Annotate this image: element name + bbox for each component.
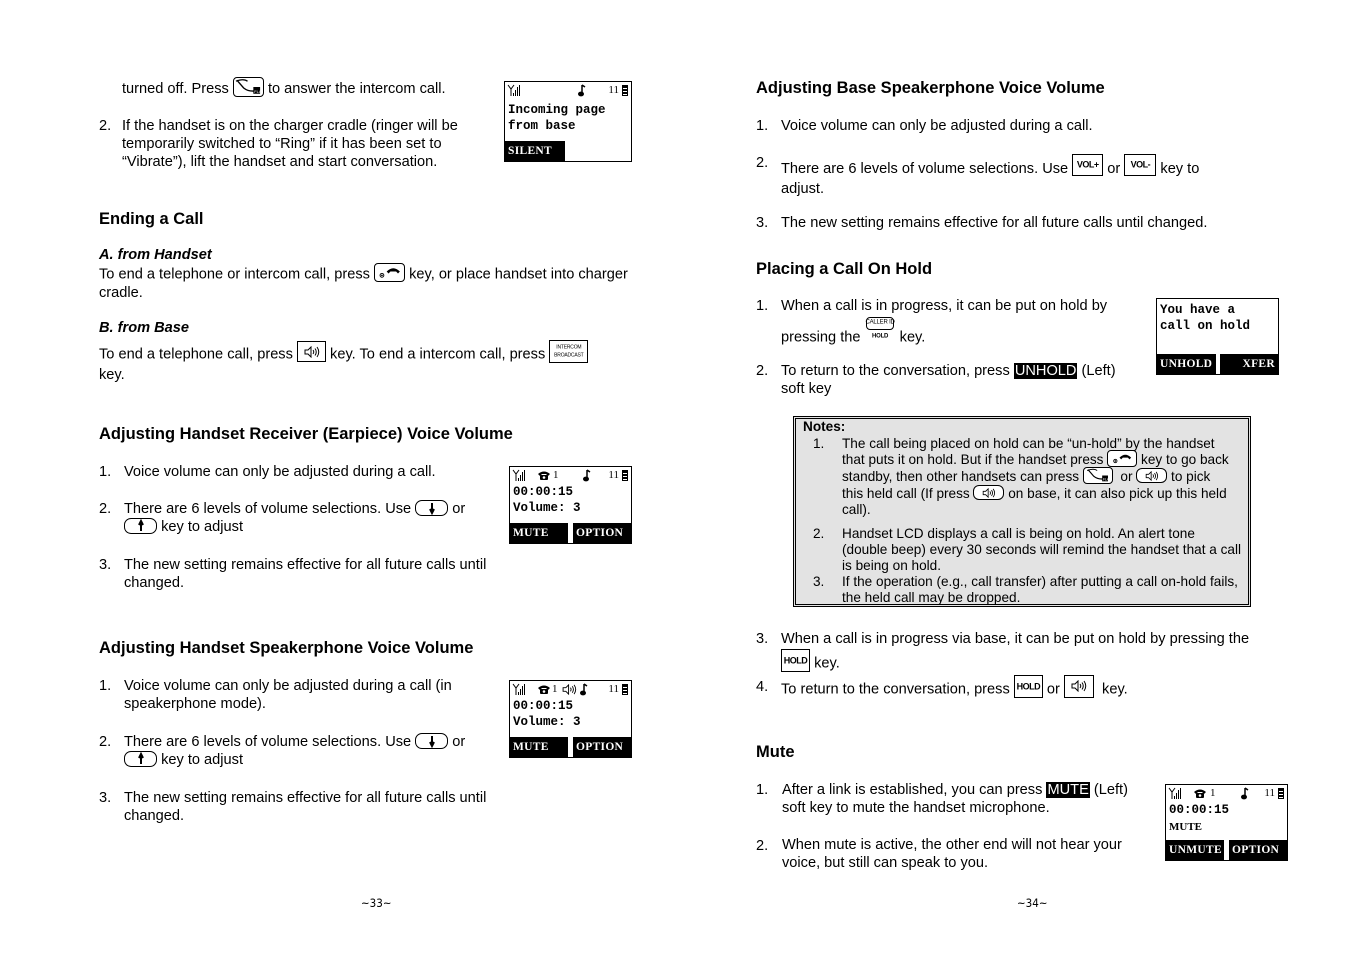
lcd-speaker-volume: 1 11 00:00:15 Volume: 3 MUTE OPTION (509, 680, 632, 758)
softkey-mute[interactable]: MUTE (510, 737, 568, 757)
mute-item-1: After a link is established, you can pre… (782, 782, 1128, 816)
hold-item-1-cont: pressing the CALLER ID HOLD key. (781, 317, 925, 350)
softkey-option[interactable]: OPTION (573, 523, 631, 543)
notes-title: Notes: (803, 419, 846, 434)
signal-icon (507, 84, 521, 97)
volume-down-key-icon (415, 500, 449, 517)
hold-item-2: To return to the conversation, press UNH… (781, 363, 1116, 397)
subheading-from-base: B. from Base (99, 320, 190, 336)
signal-icon (1168, 787, 1182, 800)
mute-highlight: MUTE (1046, 782, 1090, 798)
volume-up-key-icon (124, 518, 157, 535)
softkey-xfer[interactable]: XFER (1220, 354, 1278, 374)
vol-up-key-icon: VOL+ (1072, 154, 1104, 176)
heading-mute: Mute (756, 743, 795, 761)
lcd-incoming-page: 11 Incoming page from base SILENT (504, 81, 632, 162)
heading-ending-call: Ending a Call (99, 210, 204, 228)
intro-item-2: If the handset is on the charger cradle … (122, 118, 458, 170)
softkey-option[interactable]: OPTION (573, 737, 631, 757)
receiver-item-2: There are 6 levels of volume selections.… (124, 500, 466, 535)
talk-flash-key-icon (1082, 467, 1113, 485)
ending-base-text: To end a telephone call, press key. To e… (99, 340, 639, 384)
phone-icon (537, 684, 551, 695)
subheading-from-handset: A. from Handset (99, 247, 212, 263)
notes-box: Notes: 1. The call being placed on hold … (793, 416, 1251, 607)
unhold-highlight: UNHOLD (1013, 363, 1078, 379)
page-number: ~33~ (361, 896, 392, 910)
hold-item-3-cont: HOLD key. (781, 649, 840, 675)
ringer-icon (579, 683, 589, 696)
page-number: ~34~ (1017, 896, 1048, 910)
speaker-key-icon (1063, 675, 1094, 698)
lcd-call-on-hold: You have a call on hold UNHOLD XFER (1156, 298, 1279, 375)
lcd-receiver-volume: 1 11 00:00:15 Volume: 3 MUTE OPTION (509, 466, 632, 544)
softkey-option[interactable]: OPTION (1229, 840, 1287, 860)
end-call-key-icon (1107, 450, 1138, 468)
callerid-hold-key-icon: CALLER ID HOLD (864, 317, 896, 342)
heading-speaker-volume: Adjusting Handset Speakerphone Voice Vol… (99, 639, 474, 657)
intercom-broadcast-key-icon: INTERCOM BROADCAST (549, 340, 589, 363)
heading-receiver-volume: Adjusting Handset Receiver (Earpiece) Vo… (99, 425, 513, 443)
softkey-unmute[interactable]: UNMUTE (1166, 840, 1224, 860)
hold-key-icon: HOLD (781, 649, 810, 672)
speaker-key-icon (973, 485, 1005, 501)
softkey-mute[interactable]: MUTE (510, 523, 568, 543)
battery-icon (622, 85, 628, 96)
ringer-icon (1240, 787, 1250, 800)
softkey-silent[interactable]: SILENT (505, 141, 565, 161)
lcd-status-bar: 11 (507, 84, 629, 98)
intro-line-1: turned off. Press to answer the intercom… (122, 77, 446, 99)
phone-icon (537, 470, 551, 481)
vol-down-key-icon: VOL- (1124, 154, 1157, 176)
volume-down-key-icon (415, 733, 449, 750)
signal-icon (512, 469, 526, 482)
battery-icon (622, 470, 628, 481)
phone-icon (1193, 788, 1207, 799)
speaker-item-2: There are 6 levels of volume selections.… (124, 733, 466, 768)
talk-flash-key-icon (232, 77, 264, 97)
hold-key-icon: HOLD (1013, 675, 1043, 698)
speaker-key-icon (296, 341, 326, 362)
heading-call-on-hold: Placing a Call On Hold (756, 260, 933, 278)
battery-icon (622, 684, 628, 695)
hold-item-4: To return to the conversation, press HOL… (781, 675, 1128, 701)
signal-icon (512, 683, 526, 696)
lcd-mute: 1 11 00:00:15 MUTE UNMUTE OPTION (1165, 784, 1288, 861)
ringer-icon (582, 469, 592, 482)
ending-handset-text: To end a telephone or intercom call, pre… (99, 263, 639, 302)
ringer-icon (577, 84, 587, 97)
speaker-key-icon (1136, 468, 1168, 484)
battery-icon (1278, 788, 1284, 799)
softkey-unhold[interactable]: UNHOLD (1157, 354, 1216, 374)
speakerphone-icon (562, 684, 577, 695)
end-call-key-icon (374, 263, 406, 282)
heading-base-volume: Adjusting Base Speakerphone Voice Volume (756, 79, 1105, 97)
base-volume-item-2: There are 6 levels of volume selections.… (781, 154, 1301, 198)
volume-up-key-icon (124, 751, 157, 768)
